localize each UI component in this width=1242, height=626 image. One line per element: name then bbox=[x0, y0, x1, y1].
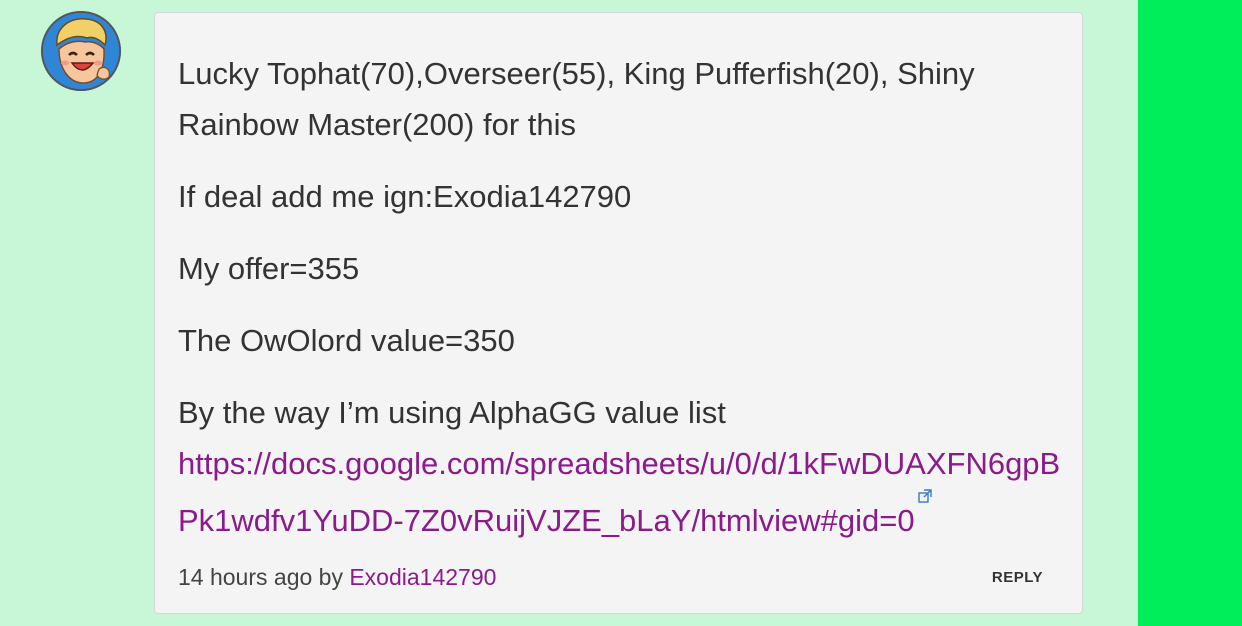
external-link-icon bbox=[917, 489, 932, 503]
comment-card: Lucky Tophat(70),Overseer(55), King Puff… bbox=[154, 12, 1083, 614]
comment-paragraph: The OwOlord value=350 bbox=[178, 323, 515, 358]
comment-footer: 14 hours ago by Exodia142790 REPLY bbox=[178, 564, 1043, 591]
page: Lucky Tophat(70),Overseer(55), King Puff… bbox=[0, 0, 1242, 626]
comment-paragraph-text: By the way I’m using AlphaGG value list bbox=[178, 395, 726, 430]
reply-button[interactable]: REPLY bbox=[992, 569, 1043, 586]
comment-paragraph: If deal add me ign:Exodia142790 bbox=[178, 179, 632, 214]
user-avatar[interactable] bbox=[41, 11, 121, 91]
avatar-face-icon bbox=[43, 13, 119, 89]
comment-body: Lucky Tophat(70),Overseer(55), King Puff… bbox=[178, 48, 1063, 546]
comment-paragraph: Lucky Tophat(70),Overseer(55), King Puff… bbox=[178, 56, 975, 142]
author-link[interactable]: Exodia142790 bbox=[349, 564, 496, 590]
comment-paragraph: My offer=355 bbox=[178, 251, 360, 286]
comment-paragraph: By the way I’m using AlphaGG value list … bbox=[178, 387, 1063, 546]
comment-timestamp: 14 hours ago by bbox=[178, 564, 350, 590]
side-stripe bbox=[1138, 0, 1242, 626]
